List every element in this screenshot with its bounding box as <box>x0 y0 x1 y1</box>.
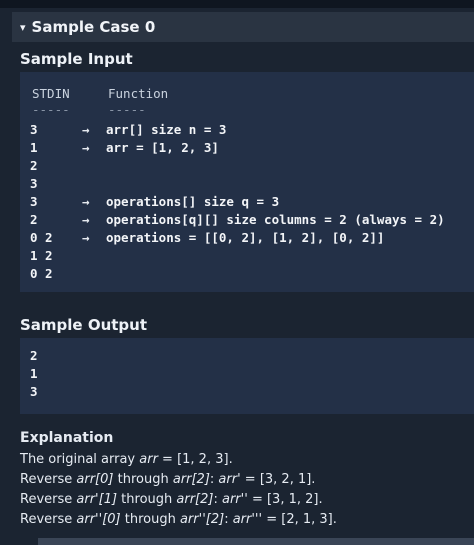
function-line: arr[] size n = 3 <box>106 122 227 137</box>
sample-case-title: Sample Case 0 <box>31 18 156 36</box>
explanation-var: arr'' <box>222 492 248 507</box>
output-line: 1 <box>30 366 38 381</box>
function-line: operations[q][] size columns = 2 (always… <box>106 212 445 227</box>
function-line: arr = [1, 2, 3] <box>106 140 219 155</box>
explanation-text: through <box>113 472 173 487</box>
arrow-right-icon: → <box>82 194 90 209</box>
explanation-var: arr <box>139 452 158 467</box>
explanation-var: arr[0] <box>76 472 114 487</box>
explanation-text: : <box>224 512 233 527</box>
stdin-line: 1 <box>30 140 38 155</box>
explanation-line: The original array arr = [1, 2, 3]. <box>20 450 470 470</box>
explanation-line: Reverse arr''[0] through arr''[2]: arr''… <box>20 510 470 530</box>
stdin-line: 0 2 <box>30 266 53 281</box>
explanation-var: arr''[2] <box>179 512 225 527</box>
stdin-line: 1 2 <box>30 248 53 263</box>
explanation-text: = [2, 1, 3]. <box>262 512 337 527</box>
function-header: Function <box>108 86 169 101</box>
explanation-var: arr[2] <box>172 472 210 487</box>
stdin-line: 3 <box>30 176 38 191</box>
stdin-line: 3 <box>30 122 38 137</box>
explanation-text: = [3, 1, 2]. <box>247 492 323 507</box>
explanation-var: arr[2] <box>176 492 214 507</box>
top-strip <box>0 0 474 8</box>
function-divider: ----- <box>108 102 146 117</box>
explanation-text: Reverse <box>20 492 77 507</box>
explanation-text: through <box>117 492 177 507</box>
explanation-text: Reverse <box>20 472 77 487</box>
output-line: 2 <box>30 348 38 363</box>
function-line: operations = [[0, 2], [1, 2], [0, 2]] <box>106 230 385 245</box>
sample-input-panel: STDIN Function ----- ----- 3 1 2 3 3 2 0… <box>20 72 474 292</box>
explanation-text: Reverse <box>20 512 77 527</box>
explanation-text: The original array <box>20 452 140 467</box>
stdin-line: 3 <box>30 194 38 209</box>
stdin-divider: ----- <box>32 102 70 117</box>
arrow-right-icon: → <box>82 212 90 227</box>
output-line: 3 <box>30 384 38 399</box>
explanation-var: arr''[0] <box>76 512 121 527</box>
sample-case-header[interactable]: ▾ Sample Case 0 <box>12 12 474 42</box>
collapse-caret-icon[interactable]: ▾ <box>20 21 26 34</box>
stdin-header: STDIN <box>32 86 70 101</box>
function-line: operations[] size q = 3 <box>106 194 280 209</box>
explanation-text: : <box>213 492 222 507</box>
explanation-line: Reverse arr'[1] through arr[2]: arr'' = … <box>20 490 470 510</box>
stdin-line: 2 <box>30 212 38 227</box>
explanation-line: Reverse arr[0] through arr[2]: arr' = [3… <box>20 470 470 490</box>
sample-output-panel: 2 1 3 <box>20 338 474 414</box>
explanation-title: Explanation <box>20 430 114 446</box>
explanation-var: arr''' <box>232 512 263 527</box>
arrow-right-icon: → <box>82 230 90 245</box>
bottom-bar <box>38 538 474 545</box>
arrow-right-icon: → <box>82 140 90 155</box>
sample-input-title: Sample Input <box>20 50 133 68</box>
explanation-text: = [1, 2, 3]. <box>157 452 233 467</box>
explanation-var: arr' <box>218 472 241 487</box>
explanation-text: = [3, 2, 1]. <box>240 472 316 487</box>
explanation-var: arr'[1] <box>76 492 118 507</box>
explanation-section: Explanation The original array arr = [1,… <box>20 430 470 530</box>
stdin-line: 0 2 <box>30 230 53 245</box>
stdin-line: 2 <box>30 158 38 173</box>
arrow-right-icon: → <box>82 122 90 137</box>
explanation-text: through <box>120 512 180 527</box>
sample-output-title: Sample Output <box>20 316 148 334</box>
